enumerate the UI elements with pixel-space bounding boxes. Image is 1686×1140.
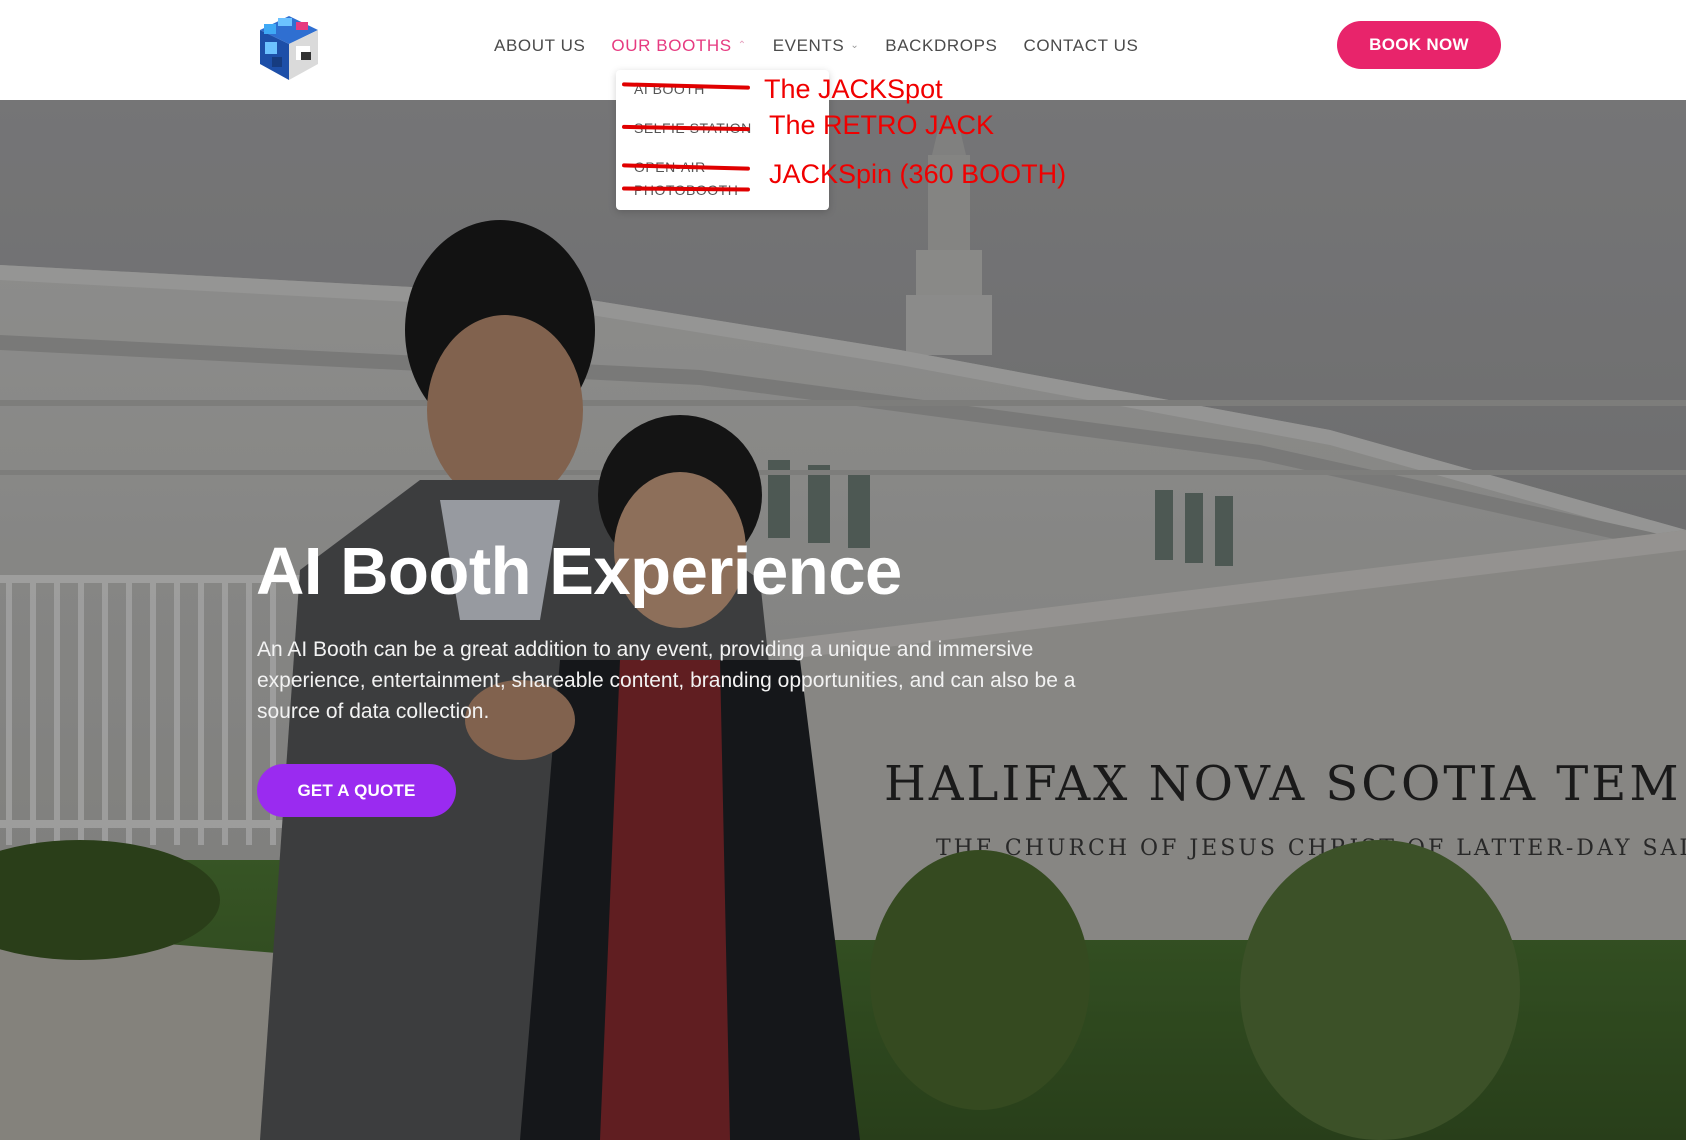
nav-about-us[interactable]: ABOUT US [494,36,585,56]
annotation-retro-jack: The RETRO JACK [769,110,995,140]
nav-our-booths-label: OUR BOOTHS [611,36,732,55]
page: ABOUT US OUR BOOTHS ⌃ EVENTS ⌄ BACKDROPS… [0,0,1686,1140]
get-a-quote-button[interactable]: GET A QUOTE [257,764,456,817]
dropdown-item-ai-booth[interactable]: AI BOOTH [634,78,705,101]
nav-events[interactable]: EVENTS ⌄ [773,36,860,56]
nav-backdrops[interactable]: BACKDROPS [885,36,997,56]
nav-contact-us[interactable]: CONTACT US [1023,36,1138,56]
dropdown-item-open-air-photobooth[interactable]: OPEN-AIR PHOTOBOOTH [634,156,754,202]
nav-backdrops-label: BACKDROPS [885,36,998,55]
nav-contact-us-label: CONTACT US [1023,36,1139,55]
book-now-button[interactable]: BOOK NOW [1337,21,1501,69]
nav-our-booths[interactable]: OUR BOOTHS ⌃ [611,36,746,56]
hero-dark-overlay [0,100,1686,1140]
nav-events-label: EVENTS [772,36,845,55]
nav-about-us-label: ABOUT US [494,36,586,55]
hero-description: An AI Booth can be a great addition to a… [257,638,1076,723]
cube-logo-icon[interactable] [256,12,322,82]
main-nav: ABOUT US OUR BOOTHS ⌃ EVENTS ⌄ BACKDROPS… [494,36,1164,56]
hero-section: HALIFAX NOVA SCOTIA TEM THE CHURCH OF JE… [0,100,1686,1140]
chevron-up-icon: ⌃ [737,39,747,51]
annotation-jackspin: JACKSpin (360 BOOTH) [769,159,1067,189]
annotation-jackspot: The JACKSpot [764,74,943,104]
chevron-down-icon: ⌄ [850,39,860,51]
hero-title: AI Booth Experience [256,534,902,609]
